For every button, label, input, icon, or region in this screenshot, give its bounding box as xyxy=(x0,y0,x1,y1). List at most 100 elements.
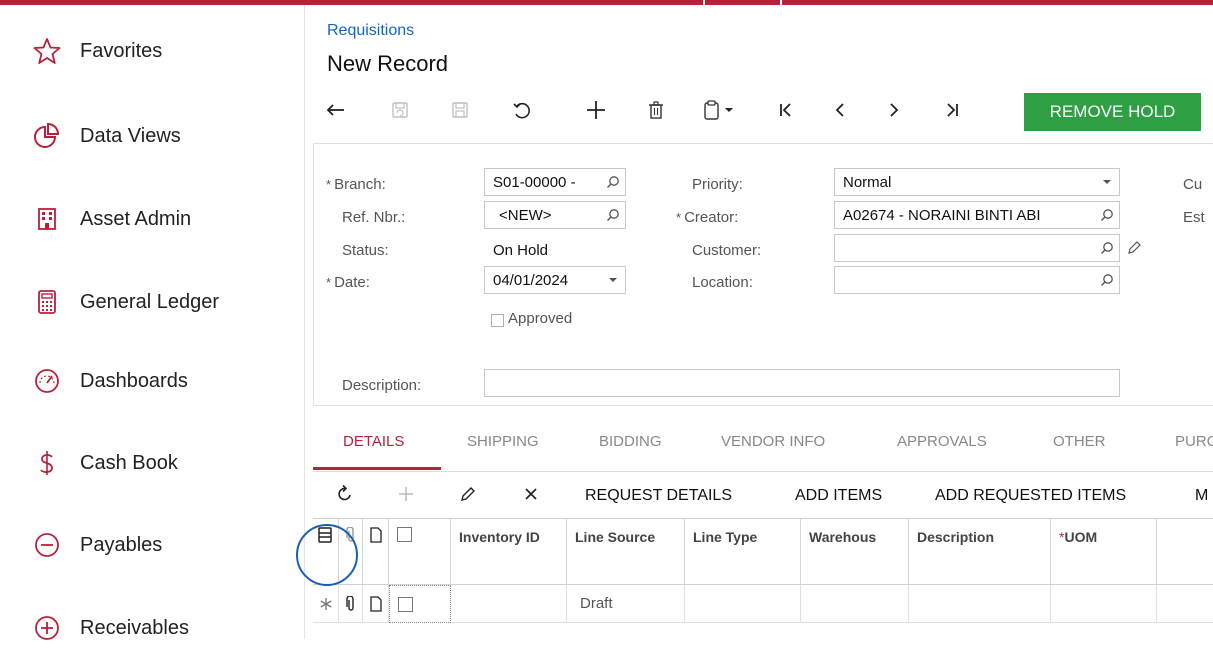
row-checkbox[interactable] xyxy=(398,596,413,612)
tab-bidding[interactable]: BIDDING xyxy=(599,433,662,450)
sidebar-item-label: Payables xyxy=(80,533,163,556)
ref-nbr-field[interactable]: <NEW> xyxy=(484,201,626,229)
status-label: Status: xyxy=(342,242,389,259)
sidebar-item-cash-book[interactable]: Cash Book xyxy=(0,434,304,492)
sidebar-item-label: General Ledger xyxy=(80,290,219,313)
tab-purchasing[interactable]: PURC xyxy=(1175,433,1213,450)
cell-next[interactable] xyxy=(1157,585,1213,623)
pie-chart-icon xyxy=(33,122,61,150)
edit-row-button[interactable] xyxy=(459,477,481,515)
col-inventory-id[interactable]: Inventory ID xyxy=(451,519,567,585)
sidebar-item-payables[interactable]: Payables xyxy=(0,516,304,574)
cell-line-source[interactable]: Draft xyxy=(567,585,685,623)
first-record-button[interactable] xyxy=(769,92,803,132)
description-label: Description: xyxy=(342,377,422,394)
search-icon[interactable] xyxy=(601,202,625,228)
refresh-icon xyxy=(335,484,355,509)
building-icon xyxy=(33,205,61,233)
caret-down-icon xyxy=(723,103,735,121)
col-line-type[interactable]: Line Type xyxy=(685,519,801,585)
sidebar-item-asset-admin[interactable]: Asset Admin xyxy=(0,190,304,248)
sidebar-item-data-views[interactable]: Data Views xyxy=(0,107,304,165)
customer-field[interactable] xyxy=(834,234,1120,262)
sidebar-item-general-ledger[interactable]: General Ledger xyxy=(0,273,304,331)
tab-other[interactable]: OTHER xyxy=(1053,433,1106,450)
edit-pencil-icon[interactable] xyxy=(1126,240,1144,258)
sidebar-item-label: Dashboards xyxy=(80,369,188,392)
sidebar-item-receivables[interactable]: Receivables xyxy=(0,599,304,657)
col-uom[interactable]: *UOM xyxy=(1051,519,1157,585)
status-value: On Hold xyxy=(493,242,549,259)
search-icon[interactable] xyxy=(601,169,625,195)
select-all-checkbox[interactable] xyxy=(397,527,412,542)
copy-paste-dropdown[interactable] xyxy=(693,92,743,132)
main-content: Requisitions New Record REMOVE HOLD * Br… xyxy=(296,5,1213,639)
chevron-left-icon xyxy=(830,100,850,125)
cell-warehouse[interactable] xyxy=(801,585,909,623)
last-page-icon xyxy=(942,100,962,125)
refresh-button[interactable] xyxy=(335,477,357,515)
last-record-button[interactable] xyxy=(935,92,969,132)
cell-description[interactable] xyxy=(909,585,1051,623)
select-all-header[interactable] xyxy=(389,519,451,585)
sidebar-item-dashboards[interactable]: Dashboards xyxy=(0,352,304,410)
search-icon[interactable] xyxy=(1095,235,1119,261)
previous-record-button[interactable] xyxy=(823,92,857,132)
cell-inventory-id[interactable] xyxy=(451,585,567,623)
remove-hold-button[interactable]: REMOVE HOLD xyxy=(1024,93,1201,131)
grid-toolbar: REQUEST DETAILS ADD ITEMS ADD REQUESTED … xyxy=(313,477,1213,515)
location-label: Location: xyxy=(692,274,753,291)
save-close-button[interactable] xyxy=(383,92,417,132)
row-notes-cell[interactable] xyxy=(363,585,389,623)
cell-uom[interactable] xyxy=(1051,585,1157,623)
request-details-button[interactable]: REQUEST DETAILS xyxy=(585,477,732,515)
next-record-button[interactable] xyxy=(877,92,911,132)
approved-checkbox[interactable] xyxy=(491,314,504,327)
branch-field[interactable]: S01-00000 - xyxy=(484,168,626,196)
date-field[interactable]: 04/01/2024 xyxy=(484,266,626,294)
save-close-icon xyxy=(390,100,410,125)
sidebar-item-label: Cash Book xyxy=(80,451,178,474)
col-warehouse[interactable]: Warehous xyxy=(801,519,909,585)
document-icon xyxy=(370,595,382,612)
col-description[interactable]: Description xyxy=(909,519,1051,585)
tab-approvals[interactable]: APPROVALS xyxy=(897,433,987,450)
location-field[interactable] xyxy=(834,266,1120,294)
cell-line-type[interactable] xyxy=(685,585,801,623)
back-button[interactable] xyxy=(319,92,353,132)
delete-row-button[interactable] xyxy=(523,477,545,515)
delete-button[interactable] xyxy=(639,92,673,132)
tab-details[interactable]: DETAILS xyxy=(343,433,404,450)
undo-button[interactable] xyxy=(505,92,539,132)
approved-label: Approved xyxy=(508,310,573,327)
add-requested-items-button[interactable]: ADD REQUESTED ITEMS xyxy=(935,477,1126,515)
sidebar-item-label: Favorites xyxy=(80,39,163,62)
description-field[interactable] xyxy=(484,369,1120,397)
row-select-cell[interactable] xyxy=(389,585,451,623)
plus-circle-icon xyxy=(33,614,61,642)
breadcrumb[interactable]: Requisitions xyxy=(327,22,414,40)
sidebar: Favorites Data Views Asset Admin General… xyxy=(0,5,305,640)
save-icon xyxy=(450,100,470,125)
sidebar-item-favorites[interactable]: Favorites xyxy=(0,22,304,80)
search-icon[interactable] xyxy=(1095,202,1119,228)
more-actions-button[interactable]: M xyxy=(1195,477,1208,515)
tab-shipping[interactable]: SHIPPING xyxy=(467,433,539,450)
first-page-icon xyxy=(776,100,796,125)
row-attachment-cell[interactable] xyxy=(339,585,363,623)
add-row-button[interactable] xyxy=(397,477,419,515)
required-mark: * xyxy=(326,177,332,192)
page-title: New Record xyxy=(327,51,449,76)
search-icon[interactable] xyxy=(1095,267,1119,293)
tab-vendor-info[interactable]: VENDOR INFO xyxy=(721,433,825,450)
creator-label: * Creator: xyxy=(676,209,739,226)
save-button[interactable] xyxy=(443,92,477,132)
add-items-button[interactable]: ADD ITEMS xyxy=(795,477,882,515)
priority-select[interactable]: Normal xyxy=(834,168,1120,196)
add-record-button[interactable] xyxy=(579,92,613,132)
sidebar-item-label: Receivables xyxy=(80,616,189,639)
col-line-source[interactable]: Line Source xyxy=(567,519,685,585)
caret-down-icon[interactable] xyxy=(601,267,625,293)
notes-header xyxy=(363,519,389,585)
creator-field[interactable]: A02674 - NORAINI BINTI ABI xyxy=(834,201,1120,229)
